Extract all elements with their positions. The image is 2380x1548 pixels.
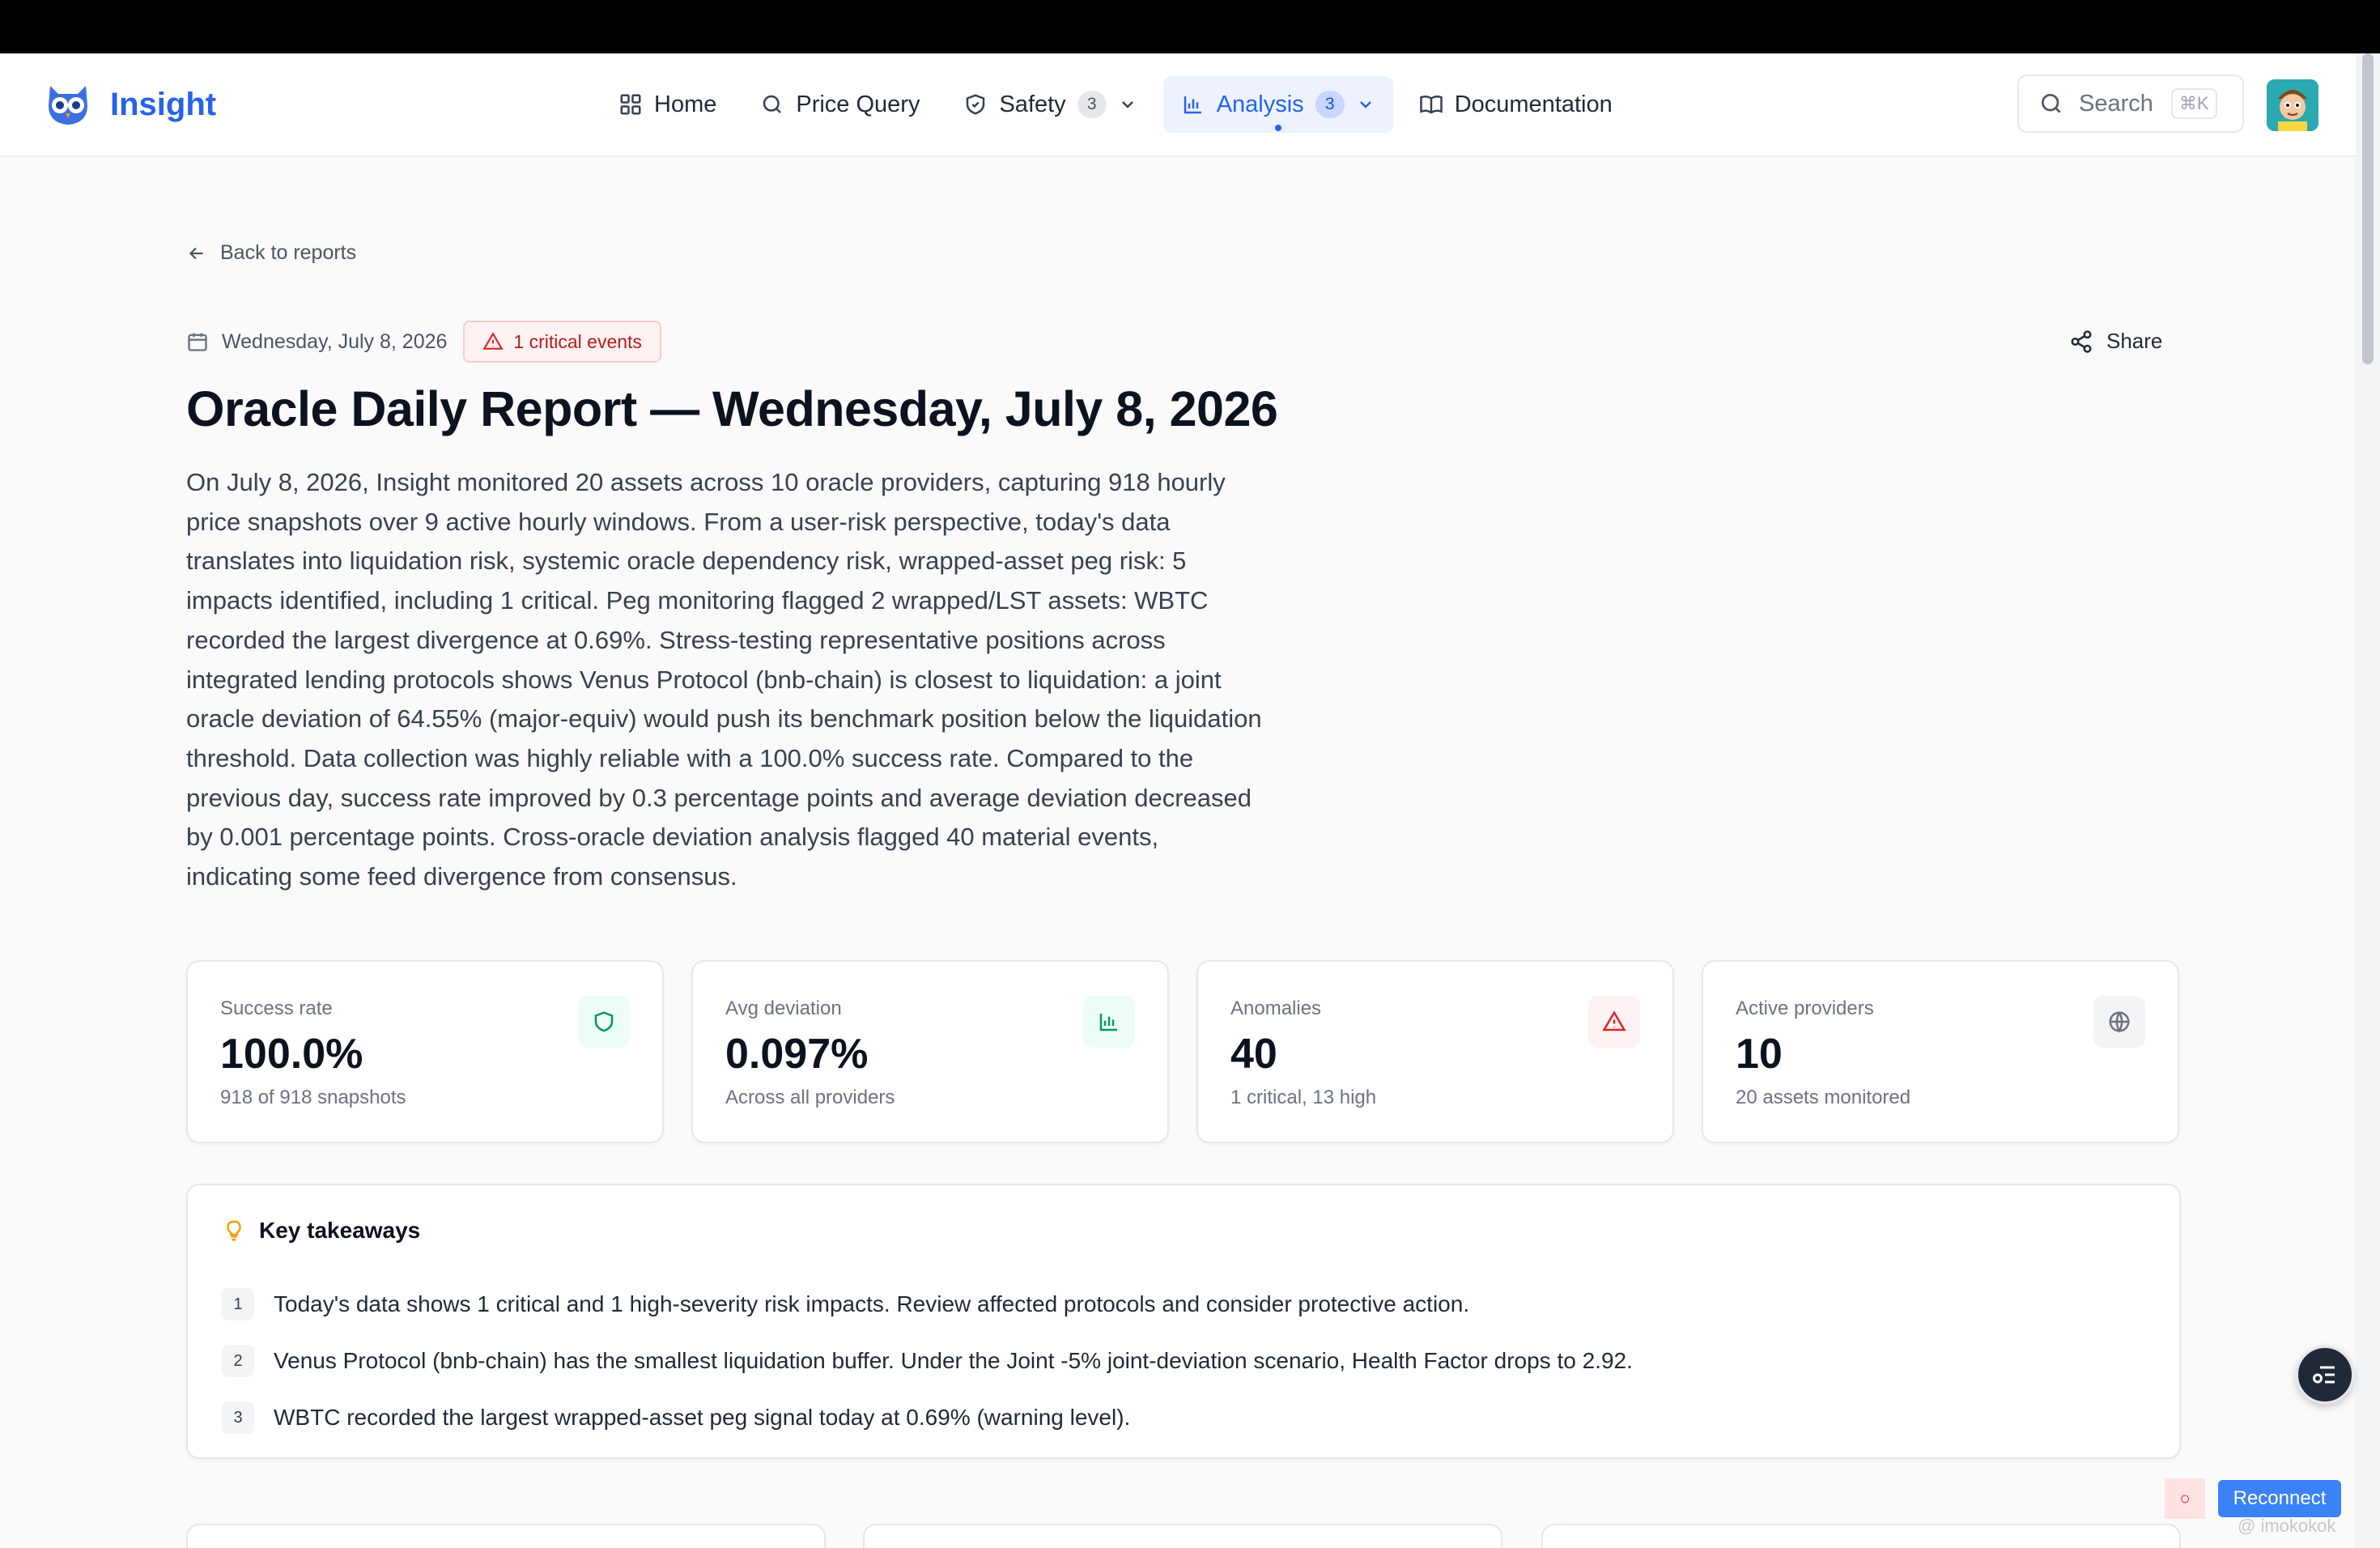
stat-label: Anomalies: [1230, 997, 1322, 1019]
takeaway-number: 3: [222, 1401, 254, 1434]
stat-label: Active providers: [1736, 997, 1874, 1019]
connection-status-icon: ○: [2165, 1478, 2205, 1519]
stat-card-avg-deviation: Avg deviation 0.097% Across all provider…: [691, 960, 1169, 1143]
nav-home-label: Home: [654, 91, 717, 117]
list-item: 1 Today's data shows 1 critical and 1 hi…: [222, 1276, 1633, 1333]
list-item: 2 Venus Protocol (bnb-chain) has the sma…: [222, 1333, 1633, 1389]
brand-name: Insight: [110, 86, 217, 122]
search-shortcut: ⌘K: [2170, 88, 2217, 119]
critical-events-label: 1 critical events: [513, 330, 642, 352]
back-to-reports-link[interactable]: Back to reports: [186, 241, 356, 265]
takeaway-number: 1: [222, 1288, 254, 1320]
active-indicator: [1274, 125, 1281, 131]
analysis-count-badge: 3: [1315, 91, 1345, 118]
takeaways-list: 1 Today's data shows 1 critical and 1 hi…: [222, 1276, 1633, 1446]
search-button[interactable]: Search ⌘K: [2017, 74, 2244, 133]
warning-icon: [482, 332, 504, 350]
stat-subtext: 918 of 918 snapshots: [220, 1087, 406, 1108]
stat-value: 0.097%: [725, 1031, 869, 1078]
shield-icon: [578, 996, 630, 1048]
page-title: Oracle Daily Report — Wednesday, July 8,…: [186, 381, 1278, 436]
reconnect-button[interactable]: Reconnect: [2218, 1480, 2341, 1517]
takeaway-text: Venus Protocol (bnb-chain) has the small…: [274, 1348, 1633, 1373]
report-summary: On July 8, 2026, Insight monitored 20 as…: [186, 468, 1262, 891]
takeaway-text: Today's data shows 1 critical and 1 high…: [274, 1291, 1470, 1316]
globe-icon: [2093, 996, 2145, 1048]
page-scrollbar[interactable]: [2356, 53, 2380, 1548]
stat-label: Success rate: [220, 997, 333, 1019]
search-icon: [763, 95, 782, 113]
share-button[interactable]: Share: [2069, 329, 2162, 354]
watermark: @ imokokok: [2238, 1516, 2336, 1536]
stat-card-active-providers: Active providers 10 20 assets monitored: [1702, 960, 2179, 1143]
section-card: [186, 1524, 826, 1548]
brand-logo[interactable]: Insight: [44, 81, 216, 128]
stat-card-success-rate: Success rate 100.0% 918 of 918 snapshots: [186, 960, 664, 1143]
search-icon: [2042, 94, 2061, 113]
stat-value: 40: [1230, 1031, 1277, 1078]
share-icon: [2071, 330, 2092, 353]
chevron-down-icon: [1121, 101, 1133, 108]
nav-price-query-label: Price Query: [796, 91, 920, 117]
stat-subtext: Across all providers: [725, 1087, 895, 1108]
nav-price-query[interactable]: Price Query: [742, 76, 937, 133]
bar-chart-icon: [1184, 96, 1201, 114]
arrow-left-icon: [189, 247, 203, 259]
nav-analysis-label: Analysis: [1216, 91, 1304, 117]
nav-safety-label: Safety: [999, 91, 1066, 117]
nav-documentation-label: Documentation: [1454, 91, 1613, 117]
warning-icon: [1588, 996, 1640, 1048]
calendar-icon: [188, 333, 207, 351]
key-takeaways-heading: Key takeaways: [222, 1218, 420, 1244]
grid-icon: [620, 94, 641, 115]
avatar[interactable]: [2267, 79, 2318, 131]
takeaway-number: 2: [222, 1345, 254, 1377]
takeaway-text: WBTC recorded the largest wrapped-asset …: [274, 1405, 1131, 1430]
bar-chart-icon: [1083, 996, 1135, 1048]
user-avatar-icon: [2267, 79, 2318, 131]
stat-label: Avg deviation: [725, 997, 842, 1019]
stat-subtext: 20 assets monitored: [1736, 1087, 1911, 1108]
stat-value: 100.0%: [220, 1031, 363, 1078]
list-item: 3 WBTC recorded the largest wrapped-asse…: [222, 1389, 1633, 1446]
back-link-label: Back to reports: [220, 241, 357, 264]
owl-logo-icon: [49, 86, 87, 125]
report-meta: Wednesday, July 8, 2026 1 critical event…: [186, 321, 661, 363]
share-label: Share: [2106, 329, 2163, 353]
stat-card-anomalies: Anomalies 40 1 critical, 13 high: [1196, 960, 1674, 1143]
section-card: [1541, 1524, 2181, 1548]
floating-menu-button[interactable]: [2296, 1346, 2354, 1404]
book-icon: [1419, 96, 1443, 114]
stat-subtext: 1 critical, 13 high: [1230, 1087, 1377, 1108]
report-date: Wednesday, July 8, 2026: [222, 330, 448, 353]
critical-events-badge: 1 critical events: [463, 321, 661, 363]
safety-count-badge: 3: [1077, 91, 1107, 118]
lightbulb-icon: [227, 1220, 241, 1241]
search-label: Search: [2079, 90, 2153, 117]
nav-home[interactable]: Home: [601, 76, 734, 133]
main-nav: Home Price Query Safety 3 Analysis 3 Doc…: [601, 76, 1638, 133]
list-settings-icon: [2313, 1366, 2335, 1384]
chevron-down-icon: [1359, 101, 1371, 108]
stat-value: 10: [1736, 1031, 1783, 1078]
shield-check-icon: [967, 94, 985, 115]
key-takeaways-title: Key takeaways: [259, 1218, 421, 1243]
nav-documentation[interactable]: Documentation: [1401, 76, 1630, 133]
window-top-bar: [0, 0, 2380, 53]
key-takeaways-card: Key takeaways 1 Today's data shows 1 cri…: [186, 1184, 2181, 1459]
scrollbar-thumb[interactable]: [2362, 53, 2374, 364]
section-card: [863, 1524, 1502, 1548]
nav-analysis[interactable]: Analysis 3: [1162, 76, 1393, 133]
app-header: Insight Home Price Query Safety 3 Analys…: [0, 53, 2356, 157]
nav-safety[interactable]: Safety 3: [946, 76, 1154, 133]
